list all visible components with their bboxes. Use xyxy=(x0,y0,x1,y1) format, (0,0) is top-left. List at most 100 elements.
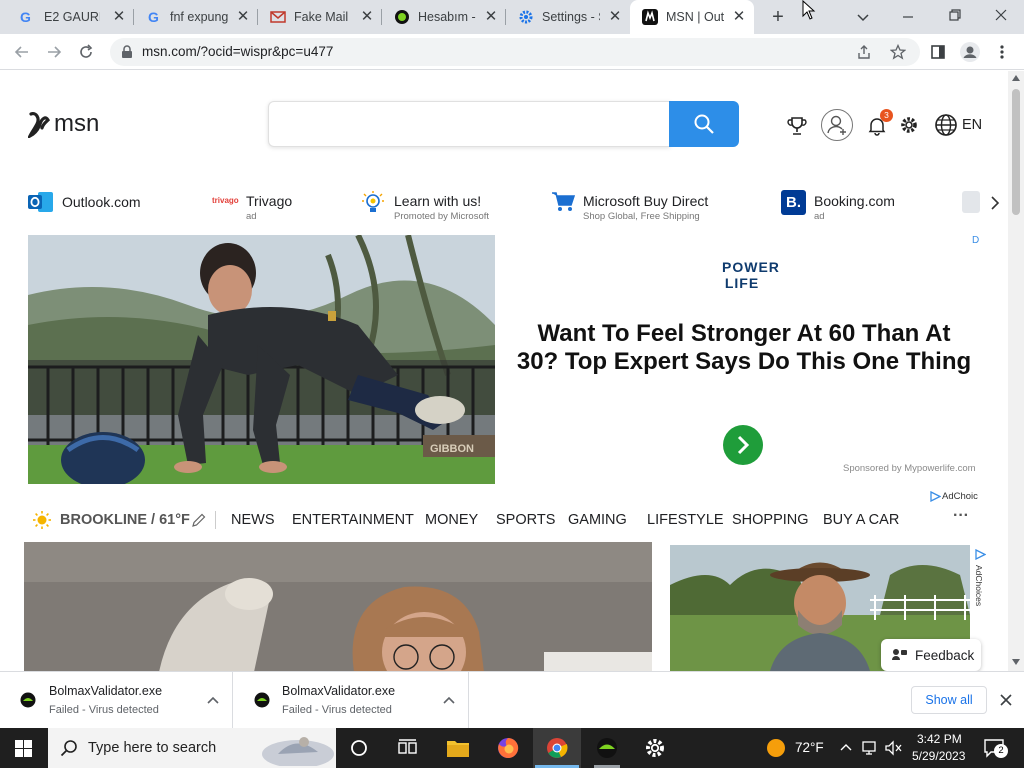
taskbar-date[interactable]: 5/29/2023 xyxy=(912,749,965,763)
bookmark-star-icon[interactable] xyxy=(890,44,906,60)
ad-corner-mark[interactable]: D xyxy=(972,235,979,246)
feature-article-image[interactable] xyxy=(24,542,652,671)
cortana-icon[interactable] xyxy=(350,739,368,757)
msn-search-button[interactable] xyxy=(669,101,739,147)
firefox-icon[interactable] xyxy=(496,736,520,760)
ad-headline[interactable]: Want To Feel Stronger At 60 Than At 30? … xyxy=(514,320,974,376)
side-adchoices-icon[interactable] xyxy=(975,549,986,560)
nav-item-gaming[interactable]: GAMING xyxy=(568,512,627,528)
svg-text:G: G xyxy=(148,9,159,25)
tab-fake-mail[interactable]: Fake Mail G ✕ xyxy=(258,0,382,34)
close-icon[interactable]: ✕ xyxy=(482,8,500,26)
reload-icon[interactable] xyxy=(74,40,98,64)
booking-logo: B. xyxy=(781,190,806,215)
new-tab-button[interactable]: + xyxy=(766,5,790,29)
nav-item-lifestyle[interactable]: LIFESTYLE xyxy=(647,512,724,528)
ad-banner[interactable]: GIBBON POWER LIFE Want To Feel Stronger … xyxy=(28,235,980,484)
nav-item-entertainment[interactable]: ENTERTAINMENT xyxy=(292,512,414,528)
profile-icon[interactable] xyxy=(958,40,982,64)
tray-chevron-up-icon[interactable] xyxy=(840,742,852,752)
nav-item-shopping[interactable]: SHOPPING xyxy=(732,512,809,528)
edit-pencil-icon[interactable] xyxy=(191,513,206,528)
download-item[interactable]: BolmaxValidator.exe Failed - Virus detec… xyxy=(236,672,469,729)
language-selector[interactable]: EN xyxy=(962,117,982,133)
settings-gear-icon[interactable] xyxy=(899,115,919,135)
page-scrollbar[interactable] xyxy=(1008,71,1024,671)
nav-item-sports[interactable]: SPORTS xyxy=(496,512,555,528)
quick-link-sub: Shop Global, Free Shipping xyxy=(583,211,700,222)
chevron-up-icon[interactable] xyxy=(441,692,457,708)
quick-link-booking[interactable]: B. Booking.com ad xyxy=(781,188,951,228)
file-explorer-icon[interactable] xyxy=(446,737,470,759)
close-downloads-icon[interactable] xyxy=(999,693,1013,707)
close-icon[interactable]: ✕ xyxy=(730,8,748,26)
feedback-button[interactable]: Feedback xyxy=(881,639,981,671)
nav-item-buy-a-car[interactable]: BUY A CAR xyxy=(823,512,899,528)
scrollbar-thumb[interactable] xyxy=(1012,89,1020,215)
quick-link-partial[interactable] xyxy=(962,191,980,213)
side-adchoices-link[interactable]: AdChoices xyxy=(974,565,986,615)
taskbar-search-placeholder: Type here to search xyxy=(88,740,217,756)
taskbar-time[interactable]: 3:42 PM xyxy=(917,732,962,746)
weather-location[interactable]: BROOKLINE / 61°F xyxy=(60,512,190,528)
windows-start-icon[interactable] xyxy=(15,740,32,757)
msn-logo[interactable]: msn xyxy=(28,109,99,139)
quick-link-trivago[interactable]: trivago Trivago ad xyxy=(212,188,352,228)
chevron-up-icon[interactable] xyxy=(205,692,221,708)
globe-icon[interactable] xyxy=(934,113,958,137)
ad-cta-button[interactable] xyxy=(723,425,763,465)
forward-icon[interactable] xyxy=(42,40,66,64)
tab-title: Fake Mail G xyxy=(294,10,352,24)
sign-in-button[interactable] xyxy=(821,109,853,141)
address-bar[interactable]: msn.com/?ocid=wispr&pc=u477 xyxy=(110,38,920,66)
tab-e2-gaurdi[interactable]: G E2 GAURDI ✕ xyxy=(0,0,134,34)
minimize-icon[interactable] xyxy=(901,10,915,24)
nav-item-news[interactable]: NEWS xyxy=(231,512,275,528)
mouse-cursor-icon xyxy=(802,0,816,20)
back-icon[interactable] xyxy=(10,40,34,64)
lock-icon[interactable] xyxy=(121,45,133,59)
quick-link-label: Outlook.com xyxy=(62,194,141,210)
app-green-icon[interactable] xyxy=(594,737,620,759)
taskbar-chrome-button[interactable] xyxy=(533,728,581,768)
show-all-downloads-button[interactable]: Show all xyxy=(911,686,987,714)
window-close-icon[interactable] xyxy=(994,8,1008,22)
quick-link-outlook[interactable]: Outlook.com xyxy=(28,188,198,228)
close-icon[interactable]: ✕ xyxy=(606,8,624,26)
share-icon[interactable] xyxy=(856,44,872,60)
download-name: BolmaxValidator.exe xyxy=(49,684,163,698)
tab-settings[interactable]: Settings - S ✕ xyxy=(506,0,630,34)
scroll-up-icon[interactable] xyxy=(1012,75,1020,81)
settings-gear-icon[interactable] xyxy=(643,736,667,760)
download-item[interactable]: BolmaxValidator.exe Failed - Virus detec… xyxy=(0,672,233,729)
taskbar-search-input[interactable]: Type here to search xyxy=(48,728,336,768)
task-view-icon[interactable] xyxy=(398,739,418,757)
nav-item-money[interactable]: MONEY xyxy=(425,512,478,528)
volume-muted-icon[interactable] xyxy=(884,740,904,756)
side-panel-icon[interactable] xyxy=(926,40,950,64)
close-icon[interactable]: ✕ xyxy=(234,8,252,26)
tab-fnf-expunge[interactable]: G fnf expunge ✕ xyxy=(134,0,258,34)
nav-more-button[interactable]: ··· xyxy=(953,507,969,525)
adchoices-link[interactable]: AdChoic xyxy=(930,491,978,502)
msn-search-input[interactable] xyxy=(268,101,670,147)
scroll-down-icon[interactable] xyxy=(1012,659,1020,665)
quick-link-learn[interactable]: Learn with us! Promoted by Microsoft xyxy=(360,188,540,228)
tab-search-chevron-icon[interactable] xyxy=(856,10,870,24)
feature-photo-woman xyxy=(24,542,652,671)
taskbar-temperature[interactable]: 72°F xyxy=(795,740,824,755)
browser-menu-icon[interactable] xyxy=(990,40,1014,64)
quick-link-microsoft-buy-direct[interactable]: Microsoft Buy Direct Shop Global, Free S… xyxy=(551,188,771,228)
close-icon[interactable]: ✕ xyxy=(358,8,376,26)
rewards-trophy-icon[interactable] xyxy=(786,115,808,137)
msn-logo-text: msn xyxy=(54,110,100,137)
restore-icon[interactable] xyxy=(948,8,962,22)
weather-sun-icon[interactable] xyxy=(766,738,786,758)
network-icon[interactable] xyxy=(862,740,880,756)
side-adchoices-label: AdChoices xyxy=(974,565,984,607)
tab-title: Hesabım - xyxy=(418,10,476,24)
tab-msn[interactable]: MSN | Outl ✕ xyxy=(630,0,754,34)
chevron-right-icon[interactable] xyxy=(988,195,1002,211)
tab-hesabim[interactable]: Hesabım - ✕ xyxy=(382,0,506,34)
close-icon[interactable]: ✕ xyxy=(110,8,128,26)
